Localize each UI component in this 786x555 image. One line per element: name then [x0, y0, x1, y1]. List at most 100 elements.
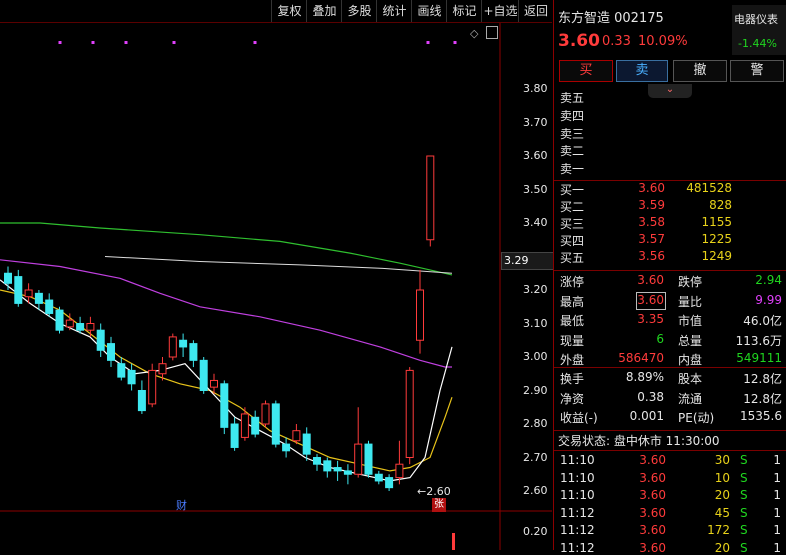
statistics-button[interactable]: 统计 — [376, 0, 412, 22]
price-axis-tick: 2.90 — [523, 383, 548, 397]
candle-body — [405, 369, 414, 458]
candle-body — [189, 343, 198, 361]
sell-button[interactable]: 卖 — [616, 60, 668, 82]
candle-body — [127, 369, 136, 385]
finance-tag[interactable]: 财 — [176, 497, 187, 513]
signal-dot — [172, 41, 176, 44]
stat-label: 股本 — [678, 372, 703, 386]
tick-time: 11:12 — [560, 540, 595, 555]
stat-value: 6 — [656, 331, 664, 346]
candle-body — [230, 423, 239, 448]
ma-green-line — [0, 222, 453, 276]
alert-button[interactable]: 警 — [730, 60, 784, 82]
quote-panel: 东方智造 002175 电器仪表 -1.44% 3.60 0.33 10.09%… — [553, 0, 786, 555]
price-change: 0.33 — [602, 34, 631, 49]
stat-value: 549111 — [736, 351, 782, 365]
candle-body — [292, 430, 301, 442]
ma-white-fast-line — [0, 279, 453, 482]
candle-body — [45, 299, 54, 314]
signal-dot — [426, 41, 430, 44]
stat-value: 586470 — [618, 351, 664, 365]
cancel-order-button[interactable]: 撤 — [673, 60, 727, 82]
tick-price: 3.60 — [639, 523, 666, 537]
stat-label: 量比 — [678, 294, 703, 309]
sell-level-label: 卖五 — [560, 91, 585, 105]
window-toggle-icon[interactable] — [486, 26, 498, 39]
candle-body — [24, 289, 33, 298]
buy-level-price: 3.56 — [638, 249, 665, 263]
sell-level-label: 卖三 — [560, 126, 585, 141]
volume-axis-tick: 0.20 — [523, 525, 548, 538]
price-axis-tick: 2.70 — [523, 450, 548, 464]
tick-price: 3.60 — [639, 453, 666, 467]
candle-body — [158, 363, 167, 375]
overlay-button[interactable]: 叠加 — [306, 0, 342, 22]
stat-label: PE(动) — [678, 411, 715, 425]
sector-box[interactable]: 电器仪表 -1.44% — [732, 5, 786, 55]
low-price-marker: ←2.60 — [417, 485, 451, 498]
price-axis-tick: 3.80 — [523, 82, 548, 95]
tick-time: 11:10 — [560, 453, 595, 467]
back-button[interactable]: 返回 — [518, 0, 553, 22]
candle-body — [333, 467, 342, 472]
draw-line-button[interactable]: 画线 — [411, 0, 447, 22]
candle-body — [168, 336, 177, 358]
tick-price: 3.60 — [639, 540, 666, 555]
price-axis-tick: 3.00 — [523, 350, 548, 363]
price-axis-tick: 3.50 — [523, 182, 548, 196]
tick-time: 11:12 — [560, 505, 595, 520]
candle-body — [302, 433, 311, 455]
price-axis-tick: 3.60 — [523, 149, 548, 162]
limit-up-tag[interactable]: 张 — [432, 498, 446, 512]
tick-volume: 20 — [714, 488, 730, 502]
tick-count: 1 — [773, 470, 781, 485]
restore-rights-button[interactable]: 复权 — [271, 0, 307, 22]
candle-body — [96, 329, 105, 351]
divider — [554, 430, 786, 431]
divider — [554, 180, 786, 181]
candle-body — [261, 403, 270, 425]
candle-body — [86, 323, 95, 331]
buy-level-volume: 1155 — [701, 215, 732, 229]
tick-side: S — [740, 505, 748, 520]
sell-level-label: 卖二 — [560, 144, 585, 159]
candle-body — [354, 443, 363, 475]
high-value-highlight — [636, 292, 666, 310]
stat-label: 总量 — [678, 333, 703, 348]
candle-body — [117, 363, 126, 378]
tick-count: 1 — [773, 488, 781, 502]
candle-body — [385, 477, 394, 489]
diamond-icon[interactable]: ◇ — [470, 27, 478, 40]
price-axis-tick: 2.60 — [523, 484, 548, 497]
kline-chart[interactable]: ◇ 3.803.703.603.503.403.303.203.103.002.… — [0, 23, 555, 550]
ma-white-line — [104, 256, 453, 274]
signal-dot — [124, 41, 128, 44]
collapse-chevron-icon[interactable]: ⌄ — [648, 84, 692, 98]
candle-body — [395, 463, 404, 479]
buy-level-label: 买一 — [560, 183, 585, 197]
chart-toolbar: 复权 叠加 多股 统计 画线 标记 +自选 返回 — [0, 0, 552, 23]
ma-magenta-line — [0, 259, 452, 368]
sell-level-label: 卖四 — [560, 108, 585, 123]
price-axis-tick: 3.10 — [523, 316, 548, 330]
signal-dot — [58, 41, 62, 44]
sector-change: -1.44% — [738, 37, 777, 50]
price-axis-tick: 3.40 — [523, 216, 548, 229]
multi-stock-button[interactable]: 多股 — [341, 0, 377, 22]
divider — [554, 270, 786, 271]
tick-count: 1 — [773, 540, 781, 555]
tick-volume: 10 — [714, 470, 730, 485]
mark-button[interactable]: 标记 — [446, 0, 482, 22]
stat-label: 收益(-) — [560, 411, 598, 425]
stat-value: 8.89% — [625, 370, 664, 384]
add-watchlist-button[interactable]: +自选 — [481, 0, 519, 22]
tick-count: 1 — [773, 523, 781, 537]
candle-body — [313, 457, 321, 465]
stat-value: 2.94 — [755, 273, 782, 287]
stock-name: 东方智造 002175 — [558, 11, 664, 26]
buy-button[interactable]: 买 — [559, 60, 613, 82]
current-price-label: 3.29 — [501, 251, 555, 270]
sector-name: 电器仪表 — [734, 13, 778, 26]
candle-body — [416, 289, 424, 341]
buy-level-volume: 481528 — [686, 181, 732, 195]
